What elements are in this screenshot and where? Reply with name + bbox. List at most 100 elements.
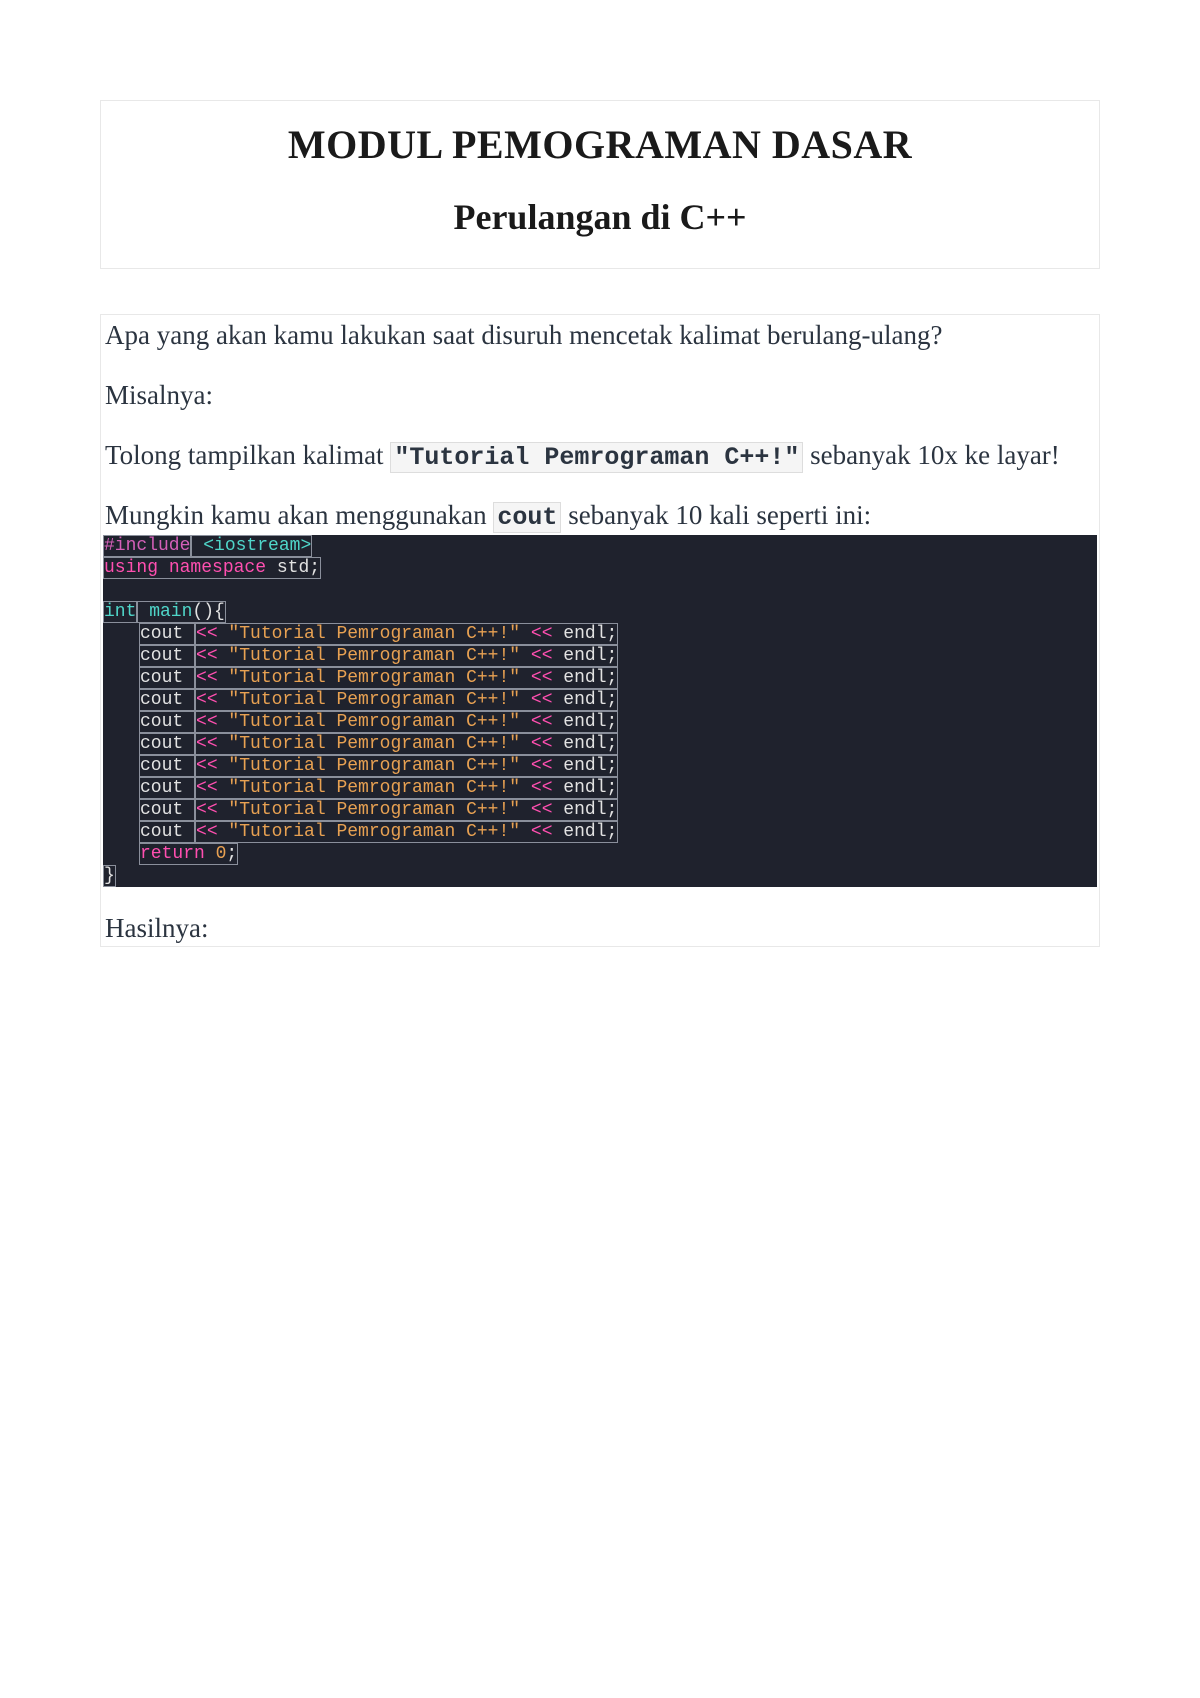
token-string: "Tutorial Pemrograman C++!"	[218, 800, 531, 820]
paragraph-intro: Apa yang akan kamu lakukan saat disuruh …	[105, 319, 1097, 353]
token-keyword: return	[140, 844, 205, 864]
token-endl: endl	[553, 800, 607, 820]
token-identifier: std	[266, 558, 309, 578]
text-fragment: Tolong tampilkan kalimat	[105, 440, 390, 470]
token-operator: <<	[196, 646, 218, 666]
code-line-cout: cout << "Tutorial Pemrograman C++!" << e…	[103, 689, 1097, 711]
token-cout: cout	[140, 646, 194, 666]
token-endl: endl	[553, 778, 607, 798]
inline-code-cout: cout	[493, 502, 561, 533]
token-operator: <<	[531, 624, 553, 644]
token-punct: ;	[607, 690, 618, 710]
code-line-cout: cout << "Tutorial Pemrograman C++!" << e…	[103, 623, 1097, 645]
token-operator: <<	[196, 712, 218, 732]
paragraph-example-label: Misalnya:	[105, 379, 1097, 413]
token-operator: <<	[196, 756, 218, 776]
token-endl: endl	[553, 624, 607, 644]
token-type: int	[104, 602, 136, 622]
token-cout: cout	[140, 756, 194, 776]
code-line-cout: cout << "Tutorial Pemrograman C++!" << e…	[103, 777, 1097, 799]
token-punct: ;	[607, 646, 618, 666]
token-string: "Tutorial Pemrograman C++!"	[218, 756, 531, 776]
token-string: "Tutorial Pemrograman C++!"	[218, 822, 531, 842]
code-line-close: }	[103, 865, 1097, 887]
token-cout: cout	[140, 690, 194, 710]
code-line-cout: cout << "Tutorial Pemrograman C++!" << e…	[103, 799, 1097, 821]
paragraph-instruction: Tolong tampilkan kalimat "Tutorial Pemro…	[105, 439, 1097, 473]
token-string: "Tutorial Pemrograman C++!"	[218, 690, 531, 710]
token-endl: endl	[553, 756, 607, 776]
token-punct: (){	[192, 602, 224, 622]
token-string: "Tutorial Pemrograman C++!"	[218, 624, 531, 644]
token-operator: <<	[531, 800, 553, 820]
token-string: "Tutorial Pemrograman C++!"	[218, 734, 531, 754]
token-number: 0	[205, 844, 227, 864]
token-string: "Tutorial Pemrograman C++!"	[218, 712, 531, 732]
code-line-cout: cout << "Tutorial Pemrograman C++!" << e…	[103, 821, 1097, 843]
token-cout: cout	[140, 668, 194, 688]
token-operator: <<	[531, 712, 553, 732]
inline-code-string: "Tutorial Pemrograman C++!"	[390, 442, 803, 473]
document-page: MODUL PEMOGRAMAN DASAR Perulangan di C++…	[0, 0, 1200, 947]
token-string: "Tutorial Pemrograman C++!"	[218, 668, 531, 688]
token-operator: <<	[196, 734, 218, 754]
token-cout: cout	[140, 778, 194, 798]
token-punct: ;	[607, 778, 618, 798]
text-fragment: sebanyak 10 kali seperti ini:	[561, 500, 871, 530]
code-line-return: return 0;	[103, 843, 1097, 865]
token-operator: <<	[196, 778, 218, 798]
code-line-main: int main(){	[103, 601, 1097, 623]
token-punct: ;	[226, 844, 237, 864]
token-endl: endl	[553, 822, 607, 842]
token-cout: cout	[140, 624, 194, 644]
token-function: main	[138, 602, 192, 622]
token-operator: <<	[196, 822, 218, 842]
token-operator: <<	[196, 800, 218, 820]
code-line-include: #include <iostream>	[103, 535, 1097, 557]
document-subtitle: Perulangan di C++	[131, 196, 1069, 238]
content-block: Apa yang akan kamu lakukan saat disuruh …	[100, 314, 1100, 947]
token-endl: endl	[553, 646, 607, 666]
token-punct: ;	[607, 712, 618, 732]
header-block: MODUL PEMOGRAMAN DASAR Perulangan di C++	[100, 100, 1100, 269]
token-operator: <<	[531, 690, 553, 710]
token-string: "Tutorial Pemrograman C++!"	[218, 778, 531, 798]
document-title: MODUL PEMOGRAMAN DASAR	[131, 121, 1069, 168]
code-line-cout: cout << "Tutorial Pemrograman C++!" << e…	[103, 733, 1097, 755]
token-endl: endl	[553, 668, 607, 688]
token-cout: cout	[140, 734, 194, 754]
token-endl: endl	[553, 690, 607, 710]
code-line-blank	[103, 579, 1097, 601]
token-endl: endl	[553, 712, 607, 732]
token-operator: <<	[531, 822, 553, 842]
token-punct: ;	[607, 756, 618, 776]
text-fragment: Mungkin kamu akan menggunakan	[105, 500, 493, 530]
token-endl: endl	[553, 734, 607, 754]
code-line-using: using namespace std;	[103, 557, 1097, 579]
paragraph-result-label: Hasilnya:	[105, 913, 1097, 944]
token-punct: ;	[309, 558, 320, 578]
token-operator: <<	[531, 778, 553, 798]
token-cout: cout	[140, 712, 194, 732]
text-fragment: sebanyak 10x ke layar!	[803, 440, 1059, 470]
token-header: <iostream>	[192, 536, 311, 556]
token-keyword: using	[104, 558, 158, 578]
token-operator: <<	[531, 646, 553, 666]
code-line-cout: cout << "Tutorial Pemrograman C++!" << e…	[103, 667, 1097, 689]
token-punct: }	[104, 866, 115, 886]
token-operator: <<	[196, 690, 218, 710]
code-line-cout: cout << "Tutorial Pemrograman C++!" << e…	[103, 755, 1097, 777]
token-punct: ;	[607, 800, 618, 820]
code-line-cout: cout << "Tutorial Pemrograman C++!" << e…	[103, 711, 1097, 733]
code-block: #include <iostream> using namespace std;…	[103, 535, 1097, 887]
token-operator: <<	[196, 668, 218, 688]
token-operator: <<	[196, 624, 218, 644]
token-punct: ;	[607, 668, 618, 688]
token-punct: ;	[607, 624, 618, 644]
token-operator: <<	[531, 734, 553, 754]
paragraph-cout-lead: Mungkin kamu akan menggunakan cout seban…	[105, 499, 1097, 533]
token-operator: <<	[531, 668, 553, 688]
token-punct: ;	[607, 734, 618, 754]
token-operator: <<	[531, 756, 553, 776]
token-cout: cout	[140, 800, 194, 820]
